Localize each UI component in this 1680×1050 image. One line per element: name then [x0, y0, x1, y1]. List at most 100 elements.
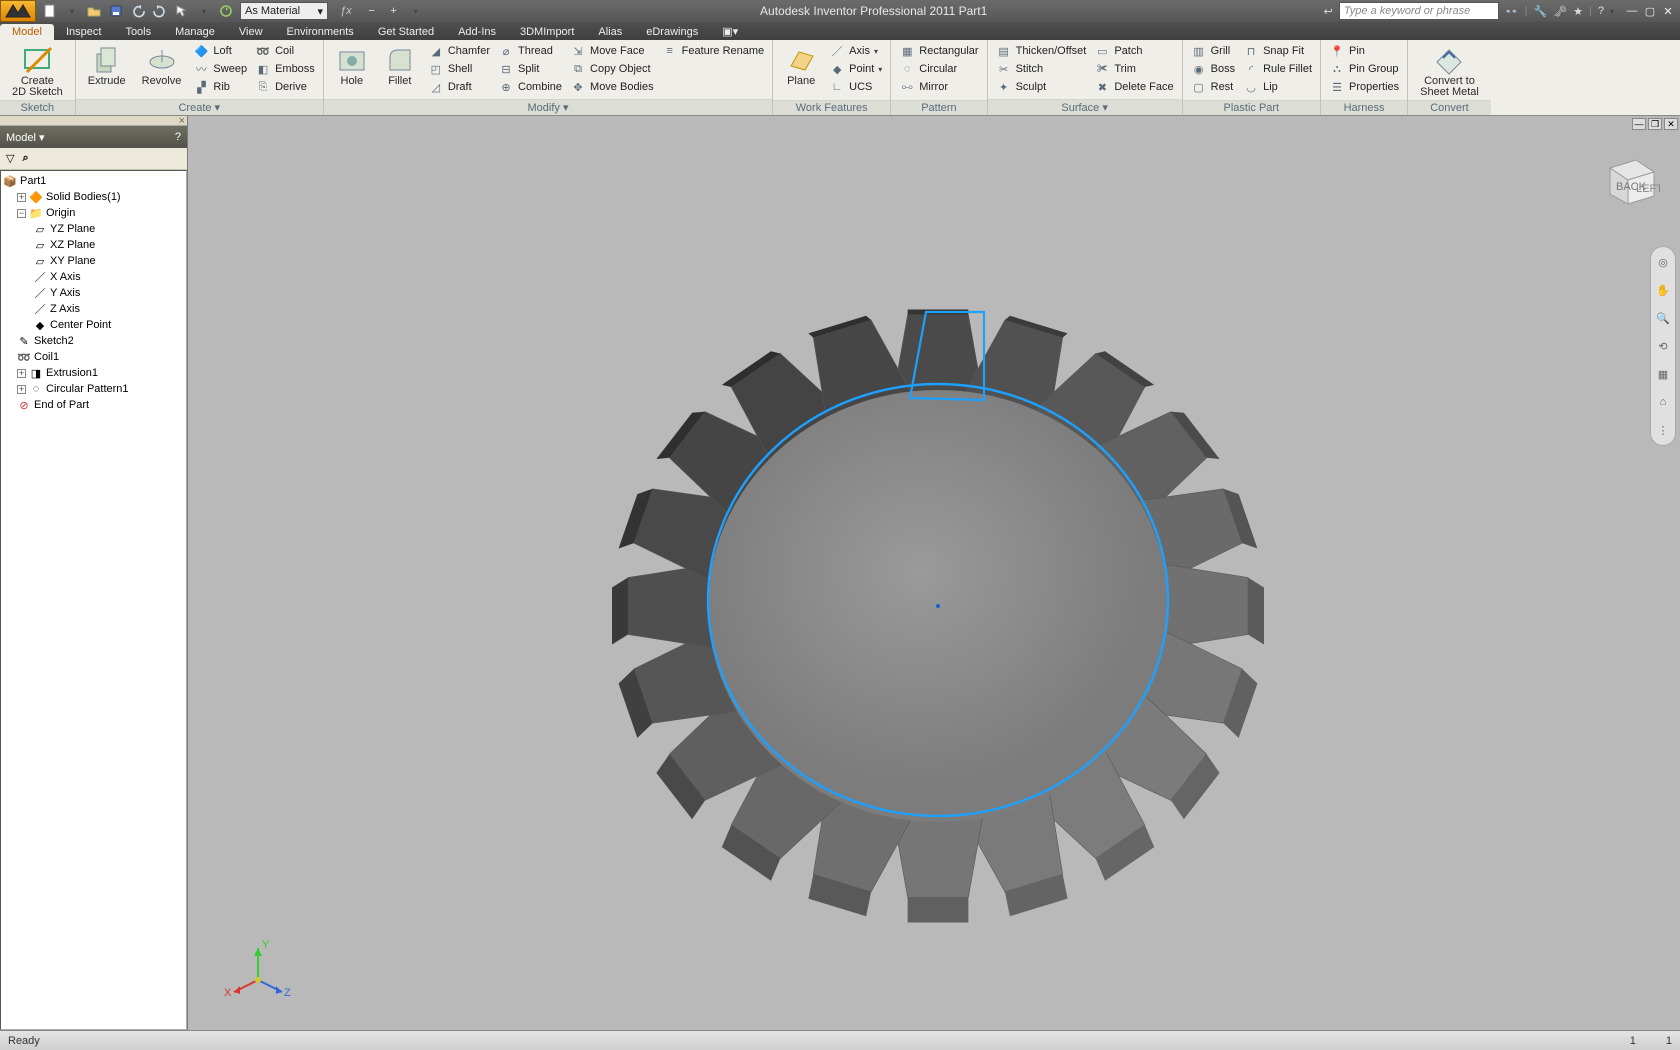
tree-xz-plane[interactable]: ▱XZ Plane	[3, 237, 184, 253]
revolve-button[interactable]: Revolve	[136, 42, 188, 89]
copyobject-button[interactable]: ⧉Copy Object	[568, 60, 656, 78]
pingroup-button[interactable]: ⛬Pin Group	[1327, 60, 1401, 78]
thread-button[interactable]: ⌀Thread	[496, 42, 564, 60]
tab-manage[interactable]: Manage	[163, 24, 227, 40]
trim-button[interactable]: ✀Trim	[1092, 60, 1175, 78]
tree-x-axis[interactable]: ／X Axis	[3, 269, 184, 285]
find-icon[interactable]: ⌕	[22, 152, 28, 165]
emboss-button[interactable]: ◧Emboss	[253, 60, 317, 78]
rulefillet-button[interactable]: ◜Rule Fillet	[1241, 60, 1314, 78]
doc-close-button[interactable]: ✕	[1664, 118, 1678, 130]
key-icon[interactable]: 🗝	[1553, 5, 1567, 18]
lookat-icon[interactable]: ▦	[1654, 365, 1672, 383]
loft-button[interactable]: 🔷Loft	[191, 42, 249, 60]
shell-button[interactable]: ◰Shell	[426, 60, 492, 78]
tree-yz-plane[interactable]: ▱YZ Plane	[3, 221, 184, 237]
qat-dropdown-icon[interactable]	[408, 3, 424, 19]
close-button[interactable]: ✕	[1660, 4, 1676, 18]
wrench-icon[interactable]: 🔧	[1533, 5, 1547, 18]
undo-icon[interactable]	[130, 3, 146, 19]
fillet-button[interactable]: Fillet	[378, 42, 422, 89]
select-icon[interactable]	[174, 3, 190, 19]
movebodies-button[interactable]: ✥Move Bodies	[568, 78, 656, 96]
point-button[interactable]: ◆Point	[827, 60, 884, 78]
tab-getstarted[interactable]: Get Started	[366, 24, 446, 40]
nav-settings-icon[interactable]: ⋮	[1654, 421, 1672, 439]
save-icon[interactable]	[108, 3, 124, 19]
return-icon[interactable]: ↩	[1324, 5, 1333, 18]
rib-button[interactable]: ▞Rib	[191, 78, 249, 96]
browser-header[interactable]: Model ▾?	[0, 126, 187, 148]
extrude-button[interactable]: Extrude	[82, 42, 132, 89]
rest-button[interactable]: ▢Rest	[1189, 78, 1237, 96]
stitch-button[interactable]: ✂Stitch	[994, 60, 1089, 78]
deleteface-button[interactable]: ✖Delete Face	[1092, 78, 1175, 96]
featurerename-button[interactable]: ≡Feature Rename	[660, 42, 767, 60]
convert-sheetmetal-button[interactable]: Convert to Sheet Metal	[1414, 42, 1485, 100]
select-dropdown-icon[interactable]	[196, 3, 212, 19]
lip-button[interactable]: ◡Lip	[1241, 78, 1314, 96]
new-dropdown-icon[interactable]	[64, 3, 80, 19]
chamfer-button[interactable]: ◢Chamfer	[426, 42, 492, 60]
update-icon[interactable]	[218, 3, 234, 19]
pan-icon[interactable]: ✋	[1654, 281, 1672, 299]
doc-minimize-button[interactable]: —	[1632, 118, 1646, 130]
sculpt-button[interactable]: ✦Sculpt	[994, 78, 1089, 96]
tree-centerpoint[interactable]: ◆Center Point	[3, 317, 184, 333]
model-tree[interactable]: 📦Part1 +🔶Solid Bodies(1) −📁Origin ▱YZ Pl…	[0, 170, 187, 1030]
app-menu-button[interactable]	[0, 0, 36, 22]
mirror-button[interactable]: ⧟Mirror	[897, 78, 980, 96]
zoom-icon[interactable]: 🔍	[1654, 309, 1672, 327]
coil-button[interactable]: ➿Coil	[253, 42, 317, 60]
new-icon[interactable]	[42, 3, 58, 19]
orbit-icon[interactable]: ⟲	[1654, 337, 1672, 355]
star-icon[interactable]: ★	[1573, 5, 1583, 18]
tree-y-axis[interactable]: ／Y Axis	[3, 285, 184, 301]
hole-button[interactable]: Hole	[330, 42, 374, 89]
tab-edrawings[interactable]: eDrawings	[634, 24, 710, 40]
tab-tools[interactable]: Tools	[113, 24, 163, 40]
boss-button[interactable]: ◉Boss	[1189, 60, 1237, 78]
tree-origin[interactable]: −📁Origin	[3, 205, 184, 221]
properties-button[interactable]: ☰Properties	[1327, 78, 1401, 96]
draft-button[interactable]: ◿Draft	[426, 78, 492, 96]
open-icon[interactable]	[86, 3, 102, 19]
viewport-3d[interactable]: — ❐ ✕ BACK LEFT	[188, 116, 1680, 1030]
browser-close-icon[interactable]: ×	[179, 115, 185, 127]
material-selector[interactable]: As Material▾	[240, 2, 328, 20]
moveface-button[interactable]: ⇲Move Face	[568, 42, 656, 60]
tab-model[interactable]: Model	[0, 24, 54, 40]
tab-environments[interactable]: Environments	[275, 24, 366, 40]
tab-3dmimport[interactable]: 3DMImport	[508, 24, 586, 40]
axis-button[interactable]: ／Axis	[827, 42, 884, 60]
combine-button[interactable]: ⊕Combine	[496, 78, 564, 96]
qat-plus-icon[interactable]: +	[386, 3, 402, 19]
binoculars-icon[interactable]: 👓	[1505, 5, 1519, 18]
ucs-button[interactable]: ∟UCS	[827, 78, 884, 96]
help-dropdown-icon[interactable]	[1610, 5, 1614, 17]
sweep-button[interactable]: 〰Sweep	[191, 60, 249, 78]
circular-button[interactable]: ◌Circular	[897, 60, 980, 78]
tree-sketch2[interactable]: ✎Sketch2	[3, 333, 184, 349]
tab-addins[interactable]: Add-Ins	[446, 24, 508, 40]
split-button[interactable]: ⊟Split	[496, 60, 564, 78]
derive-button[interactable]: ⎘Derive	[253, 78, 317, 96]
pin-button[interactable]: 📍Pin	[1327, 42, 1401, 60]
search-input[interactable]: Type a keyword or phrase	[1339, 2, 1499, 20]
home-icon[interactable]: ⌂	[1654, 393, 1672, 411]
grill-button[interactable]: ▥Grill	[1189, 42, 1237, 60]
plane-button[interactable]: Plane	[779, 42, 823, 89]
patch-button[interactable]: ▭Patch	[1092, 42, 1175, 60]
tree-root[interactable]: 📦Part1	[3, 173, 184, 189]
doc-restore-button[interactable]: ❐	[1648, 118, 1662, 130]
redo-icon[interactable]	[152, 3, 168, 19]
create-2d-sketch-button[interactable]: Create 2D Sketch	[6, 42, 69, 100]
steeringwheel-icon[interactable]: ◎	[1654, 253, 1672, 271]
qat-minus-icon[interactable]: −	[364, 3, 380, 19]
tree-xy-plane[interactable]: ▱XY Plane	[3, 253, 184, 269]
minimize-button[interactable]: —	[1624, 4, 1640, 18]
tree-coil1[interactable]: ➿Coil1	[3, 349, 184, 365]
help-icon[interactable]: ?	[1598, 5, 1604, 17]
maximize-button[interactable]: ▢	[1642, 4, 1658, 18]
tab-view[interactable]: View	[227, 24, 275, 40]
